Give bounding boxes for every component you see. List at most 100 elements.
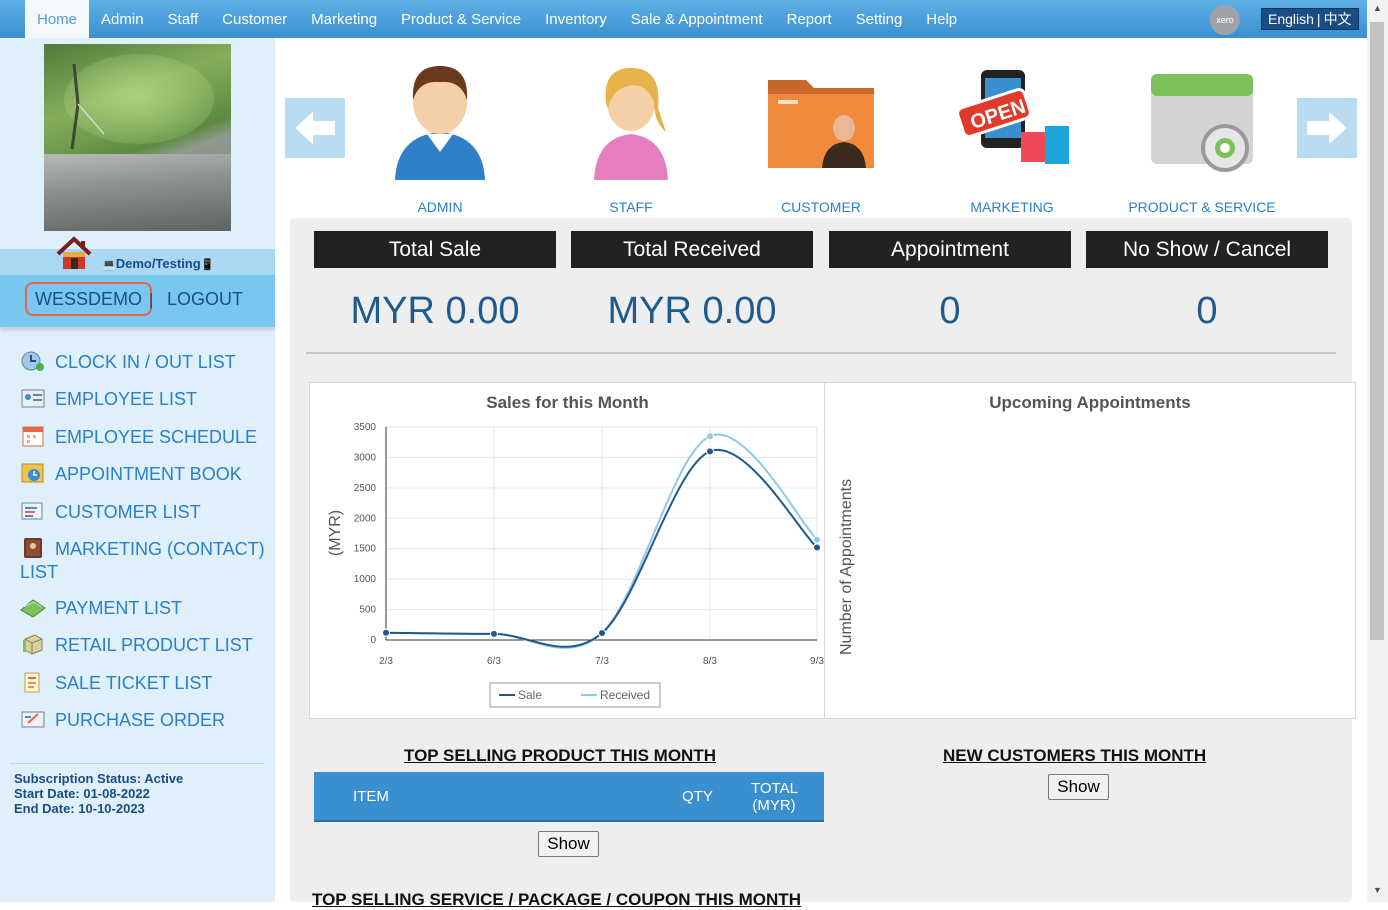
data-point-received <box>813 535 821 544</box>
menu-customer-list[interactable]: CUSTOMER LIST <box>20 500 270 524</box>
carousel-customer[interactable]: CUSTOMER <box>736 52 906 215</box>
top-product-table-header: ITEM QTY TOTAL (MYR) <box>314 772 824 822</box>
stat-appointment-title: Appointment <box>829 231 1071 268</box>
phone-icon: 📱 <box>200 259 215 271</box>
nav-setting[interactable]: Setting <box>844 0 915 38</box>
menu-clock-in-out-list[interactable]: CLOCK IN / OUT LIST <box>20 350 270 374</box>
menu-retail-product-list[interactable]: RETAIL PRODUCT LIST <box>20 633 270 657</box>
subscription-status: Subscription Status: Active <box>14 771 184 786</box>
nav-help[interactable]: Help <box>914 0 969 38</box>
customer-folder-icon <box>768 80 874 168</box>
y-tick-label: 2000 <box>354 513 377 524</box>
menu-appointment-book[interactable]: APPOINTMENT BOOK <box>20 462 270 486</box>
menu-employee-list[interactable]: EMPLOYEE LIST <box>20 387 270 411</box>
x-tick-label: 9/3 <box>810 656 824 667</box>
nav-inventory[interactable]: Inventory <box>533 0 619 38</box>
stat-total-sale-title: Total Sale <box>314 231 556 268</box>
appointments-title: Upcoming Appointments <box>989 393 1191 412</box>
scroll-down-icon[interactable]: ▼ <box>1367 882 1388 898</box>
username-button[interactable]: WESSDEMO <box>25 282 153 316</box>
xero-logo-icon[interactable]: xero <box>1210 5 1240 35</box>
x-tick-label: 7/3 <box>595 656 609 667</box>
data-point-sale <box>706 447 714 456</box>
home-house-icon[interactable] <box>55 235 93 273</box>
col-item: ITEM <box>353 788 389 805</box>
y-tick-label: 1500 <box>354 544 377 555</box>
data-point-sale <box>490 629 498 638</box>
data-point-sale <box>382 628 390 637</box>
staff-person-icon <box>594 68 668 180</box>
nav-customer[interactable]: Customer <box>210 0 299 38</box>
menu-purchase-order[interactable]: PURCHASE ORDER <box>20 708 270 732</box>
demo-testing-label: 💻Demo/Testing📱 <box>102 256 215 271</box>
customer-list-icon <box>21 502 43 520</box>
scroll-up-icon[interactable]: ▲ <box>1367 0 1388 16</box>
profile-photo <box>44 44 231 231</box>
x-tick-label: 8/3 <box>703 656 717 667</box>
appointment-book-icon <box>21 463 44 483</box>
y-axis-label: (MYR) <box>327 510 344 556</box>
nav-staff[interactable]: Staff <box>156 0 211 38</box>
page-scrollbar[interactable]: ▲ ▼ <box>1367 0 1388 902</box>
menu-payment-list[interactable]: PAYMENT LIST <box>20 596 270 620</box>
stat-total-sale-value: MYR 0.00 <box>350 290 520 332</box>
sales-line-chart: 0 500 1000 1500 2000 2500 3000 3500 2/3 6/3 7/3 8/3… <box>327 422 824 708</box>
x-tick-label: 2/3 <box>379 656 393 667</box>
logout-link[interactable]: LOGOUT <box>167 289 243 310</box>
stat-appointment-value: 0 <box>939 290 961 332</box>
x-tick-label: 6/3 <box>487 656 501 667</box>
scroll-thumb[interactable] <box>1370 22 1384 640</box>
col-qty: QTY <box>682 788 713 805</box>
nav-admin[interactable]: Admin <box>89 0 156 38</box>
top-product-show-button[interactable]: Show <box>538 831 599 857</box>
lang-chinese[interactable]: 中文 <box>1324 9 1352 29</box>
nav-sale-appointment[interactable]: Sale & Appointment <box>619 0 775 38</box>
y-tick-label: 3000 <box>354 452 377 463</box>
data-point-sale <box>813 543 821 552</box>
y-tick-label: 500 <box>359 605 376 616</box>
menu-sale-ticket-list[interactable]: SALE TICKET LIST <box>20 671 270 695</box>
carousel-next-button[interactable] <box>1297 98 1357 158</box>
top-navigation-bar: Home Admin Staff Customer Marketing Prod… <box>0 0 1367 38</box>
y-tick-label: 1000 <box>354 574 377 585</box>
carousel-product-service[interactable]: PRODUCT & SERVICE <box>1117 52 1287 215</box>
carousel-prev-button[interactable] <box>285 98 345 158</box>
calendar-icon <box>22 426 44 447</box>
nav-marketing[interactable]: Marketing <box>299 0 389 38</box>
data-point-received <box>706 432 714 441</box>
new-customers-show-button[interactable]: Show <box>1048 774 1109 800</box>
subscription-info: Subscription Status: Active Start Date: … <box>14 771 183 816</box>
clock-globe-icon <box>21 351 44 371</box>
carousel-staff-label: STAFF <box>609 199 653 215</box>
money-icon <box>20 599 46 618</box>
carousel-customer-label: CUSTOMER <box>781 199 861 215</box>
photo-rock <box>44 154 231 231</box>
carousel-admin[interactable]: ADMIN <box>355 52 525 215</box>
lang-separator: | <box>1316 11 1321 27</box>
stat-no-show-cancel-value: 0 <box>1196 290 1218 332</box>
menu-employee-schedule[interactable]: EMPLOYEE SCHEDULE <box>20 425 270 449</box>
lang-english[interactable]: English <box>1268 11 1314 27</box>
carousel-staff[interactable]: STAFF <box>546 52 716 215</box>
stats-divider <box>306 352 1336 354</box>
y-tick-label: 3500 <box>354 422 377 433</box>
admin-person-icon <box>395 66 485 180</box>
purchase-order-icon <box>21 711 45 728</box>
appointments-axis-label: Number of Appointments <box>838 478 855 655</box>
legend-label-received: Received <box>600 688 650 702</box>
carousel-marketing-label: MARKETING <box>970 199 1054 215</box>
y-tick-label: 0 <box>370 635 376 646</box>
product-box-icon <box>23 634 43 655</box>
nav-home[interactable]: Home <box>25 0 90 38</box>
col-total: TOTAL (MYR) <box>751 780 798 814</box>
nav-report[interactable]: Report <box>775 0 844 38</box>
appointments-card: Upcoming Appointments <box>824 382 1356 719</box>
language-switcher[interactable]: English | 中文 <box>1261 8 1359 30</box>
nav-product-service[interactable]: Product & Service <box>389 0 533 38</box>
product-gear-icon <box>1151 74 1253 172</box>
sales-chart-card: Sales for this Month 0 500 1000 1500 2000 250… <box>309 382 826 719</box>
menu-marketing-contact-list[interactable]: MARKETING (CONTACT) LIST <box>20 537 270 584</box>
carousel-marketing[interactable]: OPEN MARKETING <box>927 52 1097 215</box>
employee-card-icon <box>21 389 45 408</box>
data-point-sale <box>598 629 606 638</box>
